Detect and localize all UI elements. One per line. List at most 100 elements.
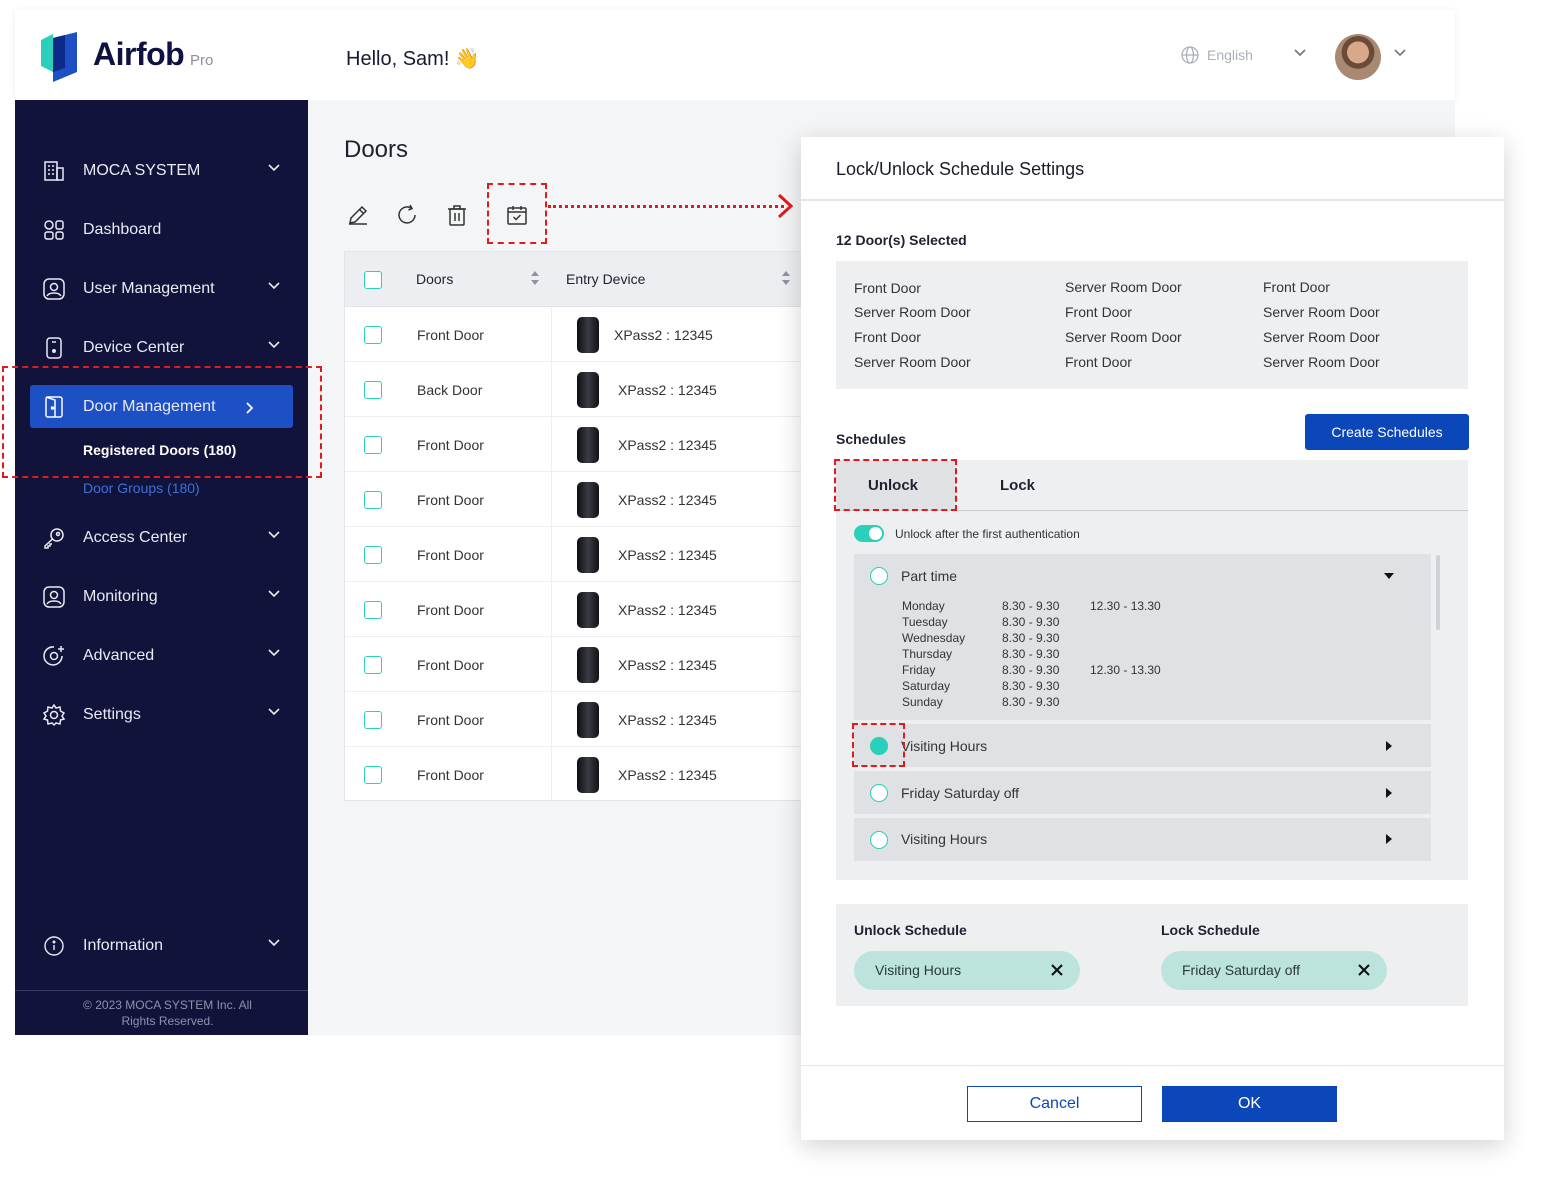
sidebar-sub-door-groups[interactable]: Door Groups (180) (83, 480, 200, 496)
ok-button[interactable]: OK (1162, 1086, 1337, 1122)
sidebar-item-settings[interactable]: Settings (41, 695, 281, 735)
chevron-down-icon[interactable] (1293, 48, 1307, 58)
time-range: 12.30 - 13.30 (1090, 663, 1161, 677)
row-checkbox[interactable] (364, 381, 382, 399)
column-header-doors[interactable]: Doors (416, 271, 453, 287)
row-checkbox[interactable] (364, 491, 382, 509)
row-checkbox[interactable] (364, 546, 382, 564)
caret-right-icon[interactable] (1386, 741, 1392, 751)
toggle-label: Unlock after the first authentication (895, 527, 1080, 541)
highlight-door-management (2, 366, 322, 478)
chevron-down-icon (268, 708, 280, 716)
trash-icon[interactable] (445, 203, 469, 227)
time-range: 8.30 - 9.30 (1002, 599, 1060, 613)
table-row[interactable]: Front Door XPass2 : 12345 (345, 637, 813, 692)
day-label: Monday (902, 599, 945, 613)
table-row[interactable]: Front Door XPass2 : 12345 (345, 747, 813, 800)
copyright-line: Rights Reserved. (121, 1014, 214, 1028)
reader-device-icon (577, 757, 599, 793)
schedule-item-part-time[interactable]: Part time Monday 8.30 - 9.30 12.30 - 13.… (854, 554, 1431, 720)
sidebar-item-moca-system[interactable]: MOCA SYSTEM (41, 151, 281, 191)
schedule-name: Visiting Hours (901, 831, 988, 847)
avatar[interactable] (1335, 34, 1381, 80)
edit-icon[interactable] (346, 203, 370, 227)
copyright: © 2023 MOCA SYSTEM Inc. All Rights Reser… (15, 997, 320, 1029)
sidebar-item-advanced[interactable]: Advanced (41, 636, 281, 676)
sidebar-item-label: Dashboard (83, 221, 162, 238)
column-header-entry-device[interactable]: Entry Device (566, 271, 645, 287)
select-all-checkbox[interactable] (364, 271, 382, 289)
day-label: Thursday (902, 647, 953, 661)
entry-device: XPass2 : 12345 (618, 712, 717, 728)
table-row[interactable]: Front Door XPass2 : 12345 (345, 417, 813, 472)
sidebar-item-access-center[interactable]: Access Center (41, 518, 281, 558)
entry-device: XPass2 : 12345 (618, 767, 717, 783)
schedule-radio[interactable] (870, 567, 888, 585)
table-row[interactable]: Front Door XPass2 : 12345 (345, 692, 813, 747)
time-range: 8.30 - 9.30 (1002, 679, 1060, 693)
language-selector[interactable]: English (1181, 46, 1253, 64)
chevron-down-icon (268, 282, 280, 290)
close-icon[interactable] (1357, 963, 1371, 977)
arrow-head-icon (777, 193, 794, 219)
sidebar-item-device-center[interactable]: Device Center (41, 328, 281, 368)
tab-lock[interactable]: Lock (1000, 477, 1035, 494)
grid-icon (41, 217, 67, 243)
reader-device-icon (577, 647, 599, 683)
row-checkbox[interactable] (364, 436, 382, 454)
table-row[interactable]: Back Door XPass2 : 12345 (345, 362, 813, 417)
copyright-line: © 2023 MOCA SYSTEM Inc. All (83, 998, 252, 1012)
schedule-radio[interactable] (870, 831, 888, 849)
chevron-down-icon[interactable] (1393, 48, 1407, 58)
airfob-logo[interactable]: Airfob Pro (39, 32, 239, 82)
selected-schedules-panel: Unlock Schedule Lock Schedule Visiting H… (836, 904, 1468, 1006)
page-title: Doors (344, 136, 409, 163)
schedule-item-visiting-hours[interactable]: Visiting Hours (854, 724, 1431, 767)
table-row[interactable]: Front Door XPass2 : 12345 (345, 307, 813, 362)
first-auth-toggle[interactable] (854, 525, 884, 542)
table-row[interactable]: Front Door XPass2 : 12345 (345, 527, 813, 582)
caret-down-icon[interactable] (1384, 573, 1394, 579)
modal-title: Lock/Unlock Schedule Settings (836, 159, 1085, 179)
chevron-down-icon (268, 341, 280, 349)
selected-door: Server Room Door (854, 304, 971, 320)
selected-door: Server Room Door (1263, 304, 1380, 320)
door-name: Front Door (417, 657, 484, 673)
row-checkbox[interactable] (364, 326, 382, 344)
scrollbar[interactable] (1436, 555, 1440, 630)
top-header: Airfob Pro Hello, Sam! 👋 English (15, 10, 1455, 100)
row-checkbox[interactable] (364, 766, 382, 784)
sidebar-item-monitoring[interactable]: Monitoring (41, 577, 281, 617)
row-checkbox[interactable] (364, 601, 382, 619)
cancel-button[interactable]: Cancel (967, 1086, 1142, 1122)
schedule-radio[interactable] (870, 784, 888, 802)
greeting: Hello, Sam! 👋 (346, 48, 480, 70)
selected-door: Front Door (1065, 304, 1132, 320)
reader-device-icon (577, 317, 599, 353)
caret-right-icon[interactable] (1386, 834, 1392, 844)
sidebar-item-dashboard[interactable]: Dashboard (41, 210, 281, 250)
airfob-logo-icon (41, 32, 77, 82)
schedule-item-friday-saturday-off[interactable]: Friday Saturday off (854, 771, 1431, 814)
door-name: Front Door (417, 712, 484, 728)
table-row[interactable]: Front Door XPass2 : 12345 (345, 582, 813, 637)
sort-icon[interactable] (530, 270, 540, 286)
row-checkbox[interactable] (364, 656, 382, 674)
row-checkbox[interactable] (364, 711, 382, 729)
chevron-down-icon (268, 590, 280, 598)
monitor-user-icon (41, 584, 67, 610)
sidebar-item-user-management[interactable]: User Management (41, 269, 281, 309)
table-row[interactable]: Front Door XPass2 : 12345 (345, 472, 813, 527)
caret-right-icon[interactable] (1386, 788, 1392, 798)
highlight-selected-radio (852, 723, 905, 767)
selected-doors-count: 12 Door(s) Selected (836, 232, 967, 248)
reader-device-icon (577, 427, 599, 463)
create-schedules-button[interactable]: Create Schedules (1305, 414, 1469, 450)
sidebar-item-information[interactable]: Information (41, 926, 281, 966)
schedule-item-visiting-hours-2[interactable]: Visiting Hours (854, 818, 1431, 861)
lock-schedule-chip: Friday Saturday off (1161, 951, 1387, 990)
sort-icon[interactable] (781, 270, 791, 286)
close-icon[interactable] (1050, 963, 1064, 977)
sidebar-item-label: Device Center (83, 339, 185, 356)
refresh-icon[interactable] (395, 203, 419, 227)
